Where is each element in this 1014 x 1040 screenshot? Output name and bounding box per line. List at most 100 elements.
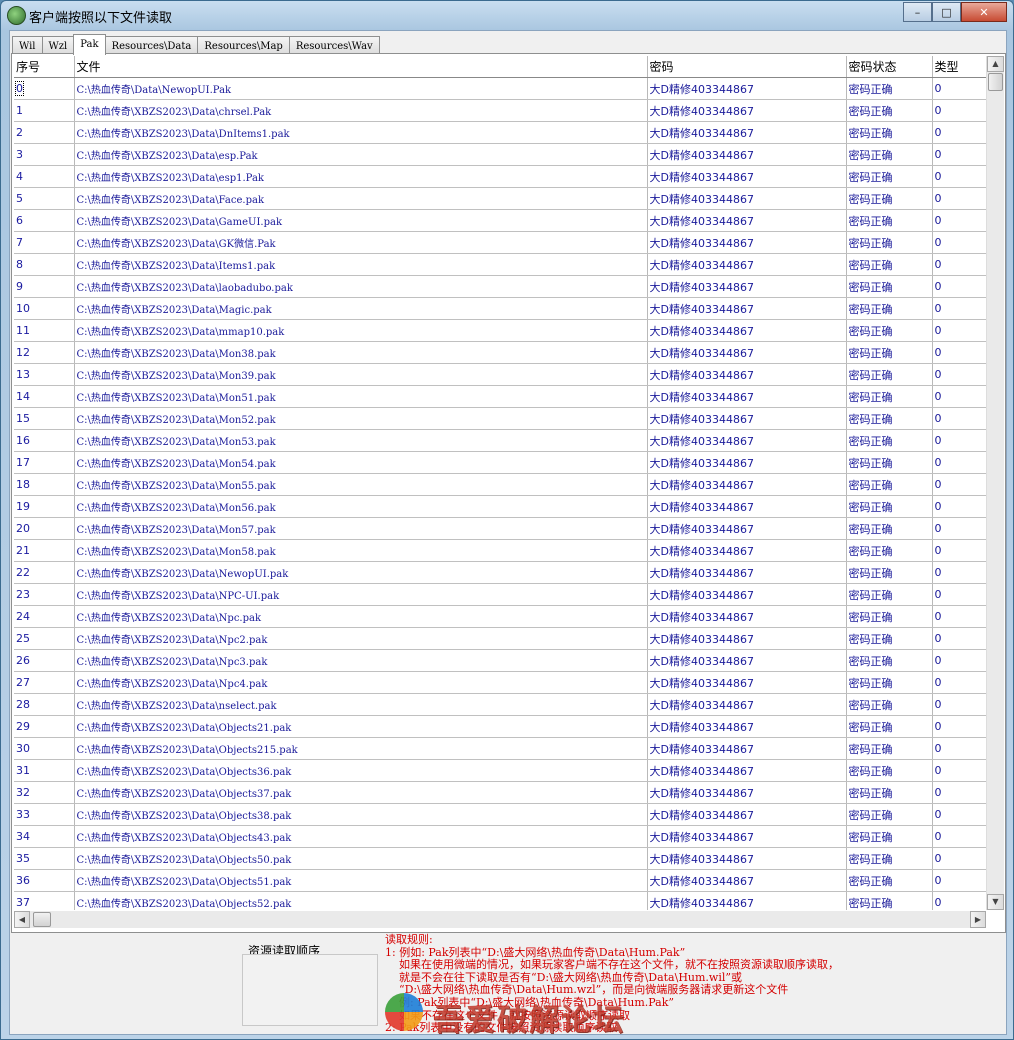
cell-password[interactable]: 大D精修403344867	[647, 275, 847, 298]
cell-password-status[interactable]: 密码正确	[846, 715, 933, 738]
cell-file-path[interactable]: C:\热血传奇\XBZS2023\Data\NPC-UI.pak	[74, 583, 648, 606]
cell-index[interactable]: 23	[14, 583, 75, 606]
table-row[interactable]: 15 C:\热血传奇\XBZS2023\Data\Mon52.pak 大D精修403…	[14, 407, 986, 430]
cell-file-path[interactable]: C:\热血传奇\XBZS2023\Data\esp.Pak	[74, 143, 648, 166]
cell-password-status[interactable]: 密码正确	[846, 869, 933, 892]
cell-file-path[interactable]: C:\热血传奇\XBZS2023\Data\Objects52.pak	[74, 891, 648, 910]
cell-password[interactable]: 大D精修403344867	[647, 627, 847, 650]
cell-password[interactable]: 大D精修403344867	[647, 143, 847, 166]
cell-password-status[interactable]: 密码正确	[846, 517, 933, 540]
cell-index[interactable]: 19	[14, 495, 75, 518]
cell-file-path[interactable]: C:\热血传奇\XBZS2023\Data\NewopUI.pak	[74, 561, 648, 584]
cell-index[interactable]: 29	[14, 715, 75, 738]
table-row[interactable]: 30 C:\热血传奇\XBZS2023\Data\Objects215.pak 大D…	[14, 737, 986, 760]
cell-file-path[interactable]: C:\热血传奇\XBZS2023\Data\Objects21.pak	[74, 715, 648, 738]
cell-file-path[interactable]: C:\热血传奇\XBZS2023\Data\Objects43.pak	[74, 825, 648, 848]
cell-index[interactable]: 37	[14, 891, 75, 910]
table-row[interactable]: 32 C:\热血传奇\XBZS2023\Data\Objects37.pak 大D精…	[14, 781, 986, 804]
cell-file-path[interactable]: C:\热血传奇\XBZS2023\Data\Face.pak	[74, 187, 648, 210]
horizontal-scroll-thumb[interactable]	[33, 912, 51, 927]
cell-password-status[interactable]: 密码正确	[846, 693, 933, 716]
cell-type[interactable]: 0	[932, 429, 986, 452]
cell-type[interactable]: 0	[932, 319, 986, 342]
table-row[interactable]: 31 C:\热血传奇\XBZS2023\Data\Objects36.pak 大D精…	[14, 759, 986, 782]
cell-index[interactable]: 36	[14, 869, 75, 892]
cell-file-path[interactable]: C:\热血传奇\XBZS2023\Data\Npc4.pak	[74, 671, 648, 694]
cell-password[interactable]: 大D精修403344867	[647, 319, 847, 342]
cell-type[interactable]: 0	[932, 781, 986, 804]
table-row[interactable]: 6 C:\热血传奇\XBZS2023\Data\GameUI.pak 大D精修403…	[14, 209, 986, 232]
cell-index[interactable]: 22	[14, 561, 75, 584]
table-row[interactable]: 0 C:\热血传奇\Data\NewopUI.Pak 大D精修403344867 密码…	[14, 77, 986, 100]
cell-file-path[interactable]: C:\热血传奇\XBZS2023\Data\Npc2.pak	[74, 627, 648, 650]
cell-password[interactable]: 大D精修403344867	[647, 737, 847, 760]
cell-type[interactable]: 0	[932, 209, 986, 232]
cell-password-status[interactable]: 密码正确	[846, 363, 933, 386]
cell-password[interactable]: 大D精修403344867	[647, 429, 847, 452]
scroll-left-icon[interactable]: ◀	[14, 911, 30, 928]
table-row[interactable]: 5 C:\热血传奇\XBZS2023\Data\Face.pak 大D精修40334…	[14, 187, 986, 210]
cell-file-path[interactable]: C:\热血传奇\XBZS2023\Data\Npc.pak	[74, 605, 648, 628]
table-row[interactable]: 16 C:\热血传奇\XBZS2023\Data\Mon53.pak 大D精修403…	[14, 429, 986, 452]
cell-password[interactable]: 大D精修403344867	[647, 891, 847, 910]
table-row[interactable]: 37 C:\热血传奇\XBZS2023\Data\Objects52.pak 大D精…	[14, 891, 986, 910]
cell-password[interactable]: 大D精修403344867	[647, 715, 847, 738]
col-header-file[interactable]: 文件	[74, 56, 648, 78]
table-row[interactable]: 10 C:\热血传奇\XBZS2023\Data\Magic.pak 大D精修403…	[14, 297, 986, 320]
cell-password[interactable]: 大D精修403344867	[647, 693, 847, 716]
cell-type[interactable]: 0	[932, 187, 986, 210]
tab-resources-wav[interactable]: Resources\Wav	[288, 36, 380, 54]
scroll-up-icon[interactable]: ▲	[987, 56, 1004, 72]
cell-file-path[interactable]: C:\热血传奇\XBZS2023\Data\Magic.pak	[74, 297, 648, 320]
cell-type[interactable]: 0	[932, 737, 986, 760]
cell-password-status[interactable]: 密码正确	[846, 891, 933, 910]
cell-password-status[interactable]: 密码正确	[846, 253, 933, 276]
cell-type[interactable]: 0	[932, 627, 986, 650]
cell-type[interactable]: 0	[932, 253, 986, 276]
cell-file-path[interactable]: C:\热血传奇\XBZS2023\Data\Mon55.pak	[74, 473, 648, 496]
tab-resources-data[interactable]: Resources\Data	[104, 36, 199, 54]
cell-password-status[interactable]: 密码正确	[846, 495, 933, 518]
cell-type[interactable]: 0	[932, 847, 986, 870]
cell-type[interactable]: 0	[932, 561, 986, 584]
table-row[interactable]: 17 C:\热血传奇\XBZS2023\Data\Mon54.pak 大D精修403…	[14, 451, 986, 474]
tab-pak[interactable]: Pak	[73, 34, 106, 55]
cell-file-path[interactable]: C:\热血传奇\XBZS2023\Data\nselect.pak	[74, 693, 648, 716]
table-row[interactable]: 4 C:\热血传奇\XBZS2023\Data\esp1.Pak 大D精修40334…	[14, 165, 986, 188]
table-row[interactable]: 7 C:\热血传奇\XBZS2023\Data\GK微信.Pak 大D精修40334…	[14, 231, 986, 254]
cell-password-status[interactable]: 密码正确	[846, 187, 933, 210]
table-row[interactable]: 34 C:\热血传奇\XBZS2023\Data\Objects43.pak 大D精…	[14, 825, 986, 848]
cell-file-path[interactable]: C:\热血传奇\XBZS2023\Data\GameUI.pak	[74, 209, 648, 232]
cell-type[interactable]: 0	[932, 341, 986, 364]
cell-index[interactable]: 11	[14, 319, 75, 342]
table-row[interactable]: 18 C:\热血传奇\XBZS2023\Data\Mon55.pak 大D精修403…	[14, 473, 986, 496]
table-row[interactable]: 36 C:\热血传奇\XBZS2023\Data\Objects51.pak 大D精…	[14, 869, 986, 892]
cell-index[interactable]: 35	[14, 847, 75, 870]
close-button[interactable]: ✕	[961, 2, 1007, 22]
cell-type[interactable]: 0	[932, 605, 986, 628]
cell-type[interactable]: 0	[932, 649, 986, 672]
table-row[interactable]: 35 C:\热血传奇\XBZS2023\Data\Objects50.pak 大D精…	[14, 847, 986, 870]
table-row[interactable]: 28 C:\热血传奇\XBZS2023\Data\nselect.pak 大D精修4…	[14, 693, 986, 716]
cell-index[interactable]: 26	[14, 649, 75, 672]
cell-password-status[interactable]: 密码正确	[846, 451, 933, 474]
cell-index[interactable]: 9	[14, 275, 75, 298]
cell-password[interactable]: 大D精修403344867	[647, 253, 847, 276]
table-row[interactable]: 8 C:\热血传奇\XBZS2023\Data\Items1.pak 大D精修403…	[14, 253, 986, 276]
cell-type[interactable]: 0	[932, 825, 986, 848]
cell-file-path[interactable]: C:\热血传奇\XBZS2023\Data\Mon56.pak	[74, 495, 648, 518]
cell-type[interactable]: 0	[932, 165, 986, 188]
table-row[interactable]: 20 C:\热血传奇\XBZS2023\Data\Mon57.pak 大D精修403…	[14, 517, 986, 540]
cell-file-path[interactable]: C:\热血传奇\XBZS2023\Data\Objects36.pak	[74, 759, 648, 782]
cell-file-path[interactable]: C:\热血传奇\XBZS2023\Data\DnItems1.pak	[74, 121, 648, 144]
table-row[interactable]: 2 C:\热血传奇\XBZS2023\Data\DnItems1.pak 大D精修4…	[14, 121, 986, 144]
cell-password[interactable]: 大D精修403344867	[647, 781, 847, 804]
cell-password-status[interactable]: 密码正确	[846, 275, 933, 298]
cell-file-path[interactable]: C:\热血传奇\XBZS2023\Data\chrsel.Pak	[74, 99, 648, 122]
cell-type[interactable]: 0	[932, 759, 986, 782]
cell-index[interactable]: 14	[14, 385, 75, 408]
cell-index[interactable]: 2	[14, 121, 75, 144]
cell-password[interactable]: 大D精修403344867	[647, 561, 847, 584]
table-row[interactable]: 23 C:\热血传奇\XBZS2023\Data\NPC-UI.pak 大D精修40…	[14, 583, 986, 606]
cell-file-path[interactable]: C:\热血传奇\XBZS2023\Data\Objects51.pak	[74, 869, 648, 892]
